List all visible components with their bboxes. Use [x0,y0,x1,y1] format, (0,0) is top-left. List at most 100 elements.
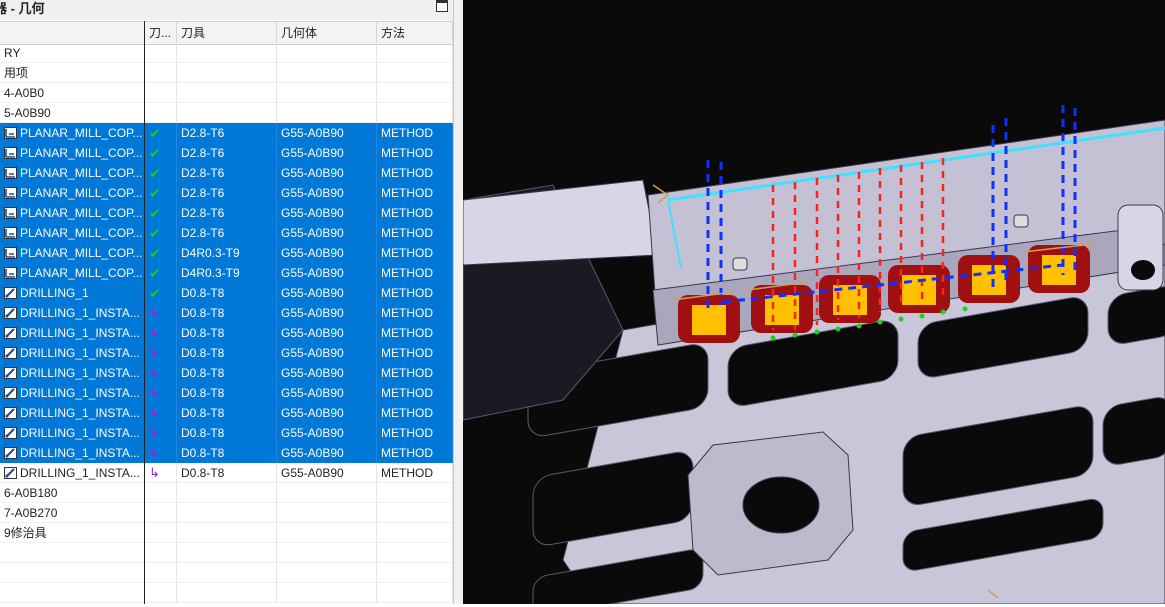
status-cell: ↳ [145,343,177,363]
operation-row[interactable]: DRILLING_1 ✔ D0.8-T8 G55-A0B90 METHOD [0,283,453,303]
operation-row[interactable]: DRILLING_1_INSTA... ↳ D0.8-T8 G55-A0B90 METH… [0,343,453,363]
method-cell: METHOD [377,443,453,463]
operation-name-cell: RY [0,43,145,63]
tool-cell: D2.8-T6 [177,123,277,143]
geometry-cell: G55-A0B90 [277,283,377,303]
operation-name-cell: PLANAR_MILL_COP... [0,263,145,283]
operation-name-cell: DRILLING_1_INSTA... [0,423,145,443]
operation-row[interactable]: PLANAR_MILL_COP... ✔ D2.8-T6 G55-A0B90 METHO… [0,223,453,243]
operation-name-cell: DRILLING_1_INSTA... [0,343,145,363]
tool-cell: D2.8-T6 [177,203,277,223]
operation-row[interactable]: PLANAR_MILL_COP... ✔ D2.8-T6 G55-A0B90 METHO… [0,183,453,203]
col-method-header[interactable]: 方法 [377,22,453,44]
planar-mill-icon [4,225,17,239]
col-tool-header[interactable]: 刀具 [177,22,277,44]
operation-row[interactable]: DRILLING_1_INSTA... ↳ D0.8-T8 G55-A0B90 METH… [0,423,453,443]
operation-row[interactable]: DRILLING_1_INSTA... ↳ D0.8-T8 G55-A0B90 METH… [0,323,453,343]
geometry-cell: G55-A0B90 [277,163,377,183]
drilling-icon [4,465,17,479]
operation-row[interactable] [0,563,453,583]
geometry-cell: G55-A0B90 [277,223,377,243]
operation-name: DRILLING_1_INSTA... [20,446,140,460]
operation-name: PLANAR_MILL_COP... [20,166,143,180]
panel-splitter[interactable] [453,0,463,604]
status-cell: ✔ [145,183,177,203]
method-cell: METHOD [377,403,453,423]
tool-cell: D0.8-T8 [177,303,277,323]
operation-row[interactable] [0,583,453,603]
col-name-header[interactable] [0,22,145,44]
status-cell: ↳ [145,423,177,443]
operation-row[interactable]: PLANAR_MILL_COP... ✔ D2.8-T6 G55-A0B90 METHO… [0,143,453,163]
planar-mill-icon [4,185,17,199]
operation-name: 用项 [4,66,29,80]
operation-name-cell: PLANAR_MILL_COP... [0,243,145,263]
operation-row[interactable]: PLANAR_MILL_COP... ✔ D4R0.3-T9 G55-A0B90 MET… [0,243,453,263]
operation-name-cell: DRILLING_1_INSTA... [0,383,145,403]
operation-name: 9修治具 [4,526,47,540]
method-cell: METHOD [377,423,453,443]
operation-row[interactable]: 4-A0B0 [0,83,453,103]
operation-row[interactable]: DRILLING_1_INSTA... ↳ D0.8-T8 G55-A0B90 METH… [0,303,453,323]
operation-name: DRILLING_1_INSTA... [20,366,140,380]
operation-name-cell: PLANAR_MILL_COP... [0,123,145,143]
operation-name-cell [0,563,145,583]
operation-row[interactable]: PLANAR_MILL_COP... ✔ D2.8-T6 G55-A0B90 METHO… [0,123,453,143]
geometry-cell [277,43,377,63]
operation-name-cell: PLANAR_MILL_COP... [0,143,145,163]
geometry-cell: G55-A0B90 [277,143,377,163]
operation-name-cell: PLANAR_MILL_COP... [0,183,145,203]
operation-row[interactable]: 7-A0B270 [0,503,453,523]
operation-name-cell: 4-A0B0 [0,83,145,103]
status-cell [145,583,177,603]
col-geometry-header[interactable]: 几何体 [277,22,377,44]
graphics-viewport[interactable] [462,0,1165,607]
operation-row[interactable]: PLANAR_MILL_COP... ✔ D4R0.3-T9 G55-A0B90 MET… [0,263,453,283]
drilling-icon [4,365,17,379]
tool-cell: D2.8-T6 [177,223,277,243]
operation-row[interactable]: 9修治具 [0,523,453,543]
col-status-header[interactable]: 刀... [145,22,177,44]
planar-mill-icon [4,265,17,279]
method-cell [377,483,453,503]
tool-cell: D0.8-T8 [177,383,277,403]
method-cell: METHOD [377,323,453,343]
method-cell: METHOD [377,383,453,403]
operation-name-cell: PLANAR_MILL_COP... [0,203,145,223]
planar-mill-icon [4,145,17,159]
tool-cell: D0.8-T8 [177,403,277,423]
operation-row[interactable]: PLANAR_MILL_COP... ✔ D2.8-T6 G55-A0B90 METHO… [0,163,453,183]
complete-check-icon: ✔ [149,225,161,241]
operation-row[interactable] [0,543,453,563]
operation-row[interactable]: DRILLING_1_INSTA... ↳ D0.8-T8 G55-A0B90 METH… [0,363,453,383]
drilling-icon [4,305,17,319]
operation-row[interactable]: 6-A0B180 [0,483,453,503]
status-cell: ✔ [145,223,177,243]
operation-name: DRILLING_1 [20,286,89,300]
operation-row[interactable]: DRILLING_1_INSTA... ↳ D0.8-T8 G55-A0B90 METH… [0,443,453,463]
cad-model-view [462,105,1165,607]
complete-check-icon: ✔ [149,125,161,141]
geometry-cell: G55-A0B90 [277,183,377,203]
tool-cell: D0.8-T8 [177,463,277,483]
method-cell: METHOD [377,143,453,163]
operation-row[interactable]: DRILLING_1_INSTA... ↳ D0.8-T8 G55-A0B90 METH… [0,463,453,483]
tool-cell [177,563,277,583]
drilling-icon [4,345,17,359]
operation-name-cell: DRILLING_1 [0,283,145,303]
status-cell: ↳ [145,323,177,343]
operation-row[interactable]: PLANAR_MILL_COP... ✔ D2.8-T6 G55-A0B90 METHO… [0,203,453,223]
method-cell [377,543,453,563]
planar-mill-icon [4,205,17,219]
method-cell: METHOD [377,283,453,303]
operation-row[interactable]: DRILLING_1_INSTA... ↳ D0.8-T8 G55-A0B90 METH… [0,403,453,423]
operation-row[interactable]: 用项 [0,63,453,83]
geometry-cell [277,583,377,603]
operation-row[interactable]: DRILLING_1_INSTA... ↳ D0.8-T8 G55-A0B90 METH… [0,383,453,403]
method-cell [377,523,453,543]
maximize-icon[interactable] [436,0,448,12]
operation-row[interactable]: 5-A0B90 [0,103,453,123]
operation-name-cell: 6-A0B180 [0,483,145,503]
operation-row[interactable]: RY [0,43,453,63]
drilling-icon [4,445,17,459]
